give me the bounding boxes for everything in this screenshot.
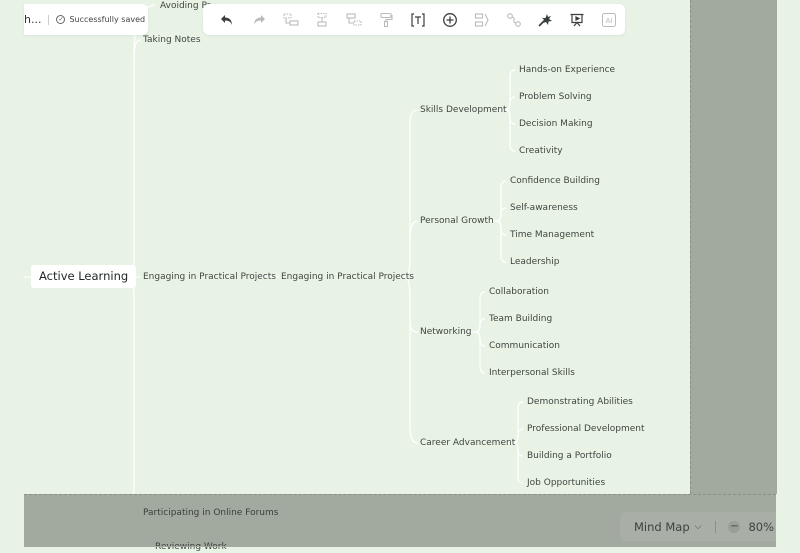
bottom-bar-divider (715, 520, 717, 533)
leaf-hands-on-experience[interactable]: Hands-on Experience (519, 64, 615, 76)
relationship-icon (506, 12, 521, 27)
summary-button[interactable] (466, 8, 498, 32)
leaf-time-management[interactable]: Time Management (510, 229, 594, 241)
check-circle-icon: ✓ (56, 15, 66, 24)
redo-button[interactable] (243, 8, 275, 32)
plus-circle-icon (442, 12, 457, 27)
subtopic-networking[interactable]: Networking (420, 326, 472, 338)
presentation-icon (570, 13, 584, 26)
leaf-team-building[interactable]: Team Building (489, 313, 552, 325)
chevron-down-icon: ⌵ (694, 521, 702, 532)
leaf-self-awareness[interactable]: Self-awareness (510, 202, 578, 214)
view-controls-bar: Mind Map ⌵ − 80% (620, 512, 776, 541)
insert-child-topic-button[interactable] (275, 8, 307, 32)
subtopic-personal-growth[interactable]: Personal Growth (420, 215, 494, 227)
magic-button[interactable] (529, 8, 561, 32)
leaf-leadership[interactable]: Leadership (510, 256, 559, 268)
document-title[interactable]: h... (24, 13, 41, 26)
leaf-demonstrating-abilities[interactable]: Demonstrating Abilities (527, 396, 633, 408)
child-topic-icon (283, 12, 299, 26)
ai-icon: AI (602, 12, 617, 27)
document-status-card: h... ✓ Successfully saved (24, 4, 148, 35)
leaf-building-a-portfolio[interactable]: Building a Portfolio (527, 450, 612, 462)
presentation-button[interactable] (561, 8, 593, 32)
text-button[interactable] (402, 8, 434, 32)
leaf-communication[interactable]: Communication (489, 340, 560, 352)
subtopic-engaging-in-practical-projects[interactable]: Engaging in Practical Projects (281, 271, 414, 283)
editor-toolbar: AI (203, 4, 625, 35)
leaf-interpersonal-skills[interactable]: Interpersonal Skills (489, 367, 575, 379)
insert-button[interactable] (434, 8, 466, 32)
leaf-confidence-building[interactable]: Confidence Building (510, 175, 600, 187)
topic-participating-in-online-forums-overlay[interactable]: Participating in Online Forums (143, 507, 278, 519)
undo-button[interactable] (211, 8, 243, 32)
ai-button[interactable]: AI (593, 8, 625, 32)
zoom-out-button[interactable]: − (728, 520, 741, 533)
topic-taking-notes[interactable]: Taking Notes (143, 34, 201, 46)
root-topic[interactable]: Active Learning (31, 265, 137, 288)
topic-reviewing-work-overlay[interactable]: Reviewing Work (155, 541, 227, 546)
leaf-collaboration[interactable]: Collaboration (489, 286, 549, 298)
relationship-button[interactable] (498, 8, 530, 32)
zoom-level: 80% (748, 519, 775, 534)
insert-parent-topic-button[interactable] (338, 8, 370, 32)
insert-sibling-topic-button[interactable] (307, 8, 339, 32)
summary-icon (474, 12, 489, 27)
magic-wand-icon (538, 13, 553, 27)
text-box-icon (411, 12, 425, 27)
canvas-overlay-right (690, 0, 777, 494)
sibling-topic-icon (317, 12, 328, 27)
subtopic-skills-development[interactable]: Skills Development (420, 104, 507, 116)
leaf-problem-solving[interactable]: Problem Solving (519, 91, 592, 103)
svg-text:AI: AI (606, 16, 613, 25)
topic-engaging-in-practical-projects[interactable]: Engaging in Practical Projects (143, 271, 276, 283)
view-mode-select[interactable]: Mind Map ⌵ (634, 520, 701, 534)
leaf-job-opportunities[interactable]: Job Opportunities (527, 477, 605, 489)
parent-topic-icon (346, 12, 362, 26)
save-status-text: Successfully saved (69, 15, 146, 24)
status-divider (48, 14, 50, 25)
subtopic-career-advancement[interactable]: Career Advancement (420, 437, 515, 449)
leaf-creativity[interactable]: Creativity (519, 145, 563, 157)
view-mode-label: Mind Map (634, 519, 690, 534)
leaf-decision-making[interactable]: Decision Making (519, 118, 593, 130)
format-painter-button[interactable] (370, 8, 402, 32)
leaf-professional-development[interactable]: Professional Development (527, 423, 645, 435)
undo-icon (220, 14, 232, 25)
redo-icon (253, 14, 265, 25)
paint-roller-icon (380, 12, 393, 27)
